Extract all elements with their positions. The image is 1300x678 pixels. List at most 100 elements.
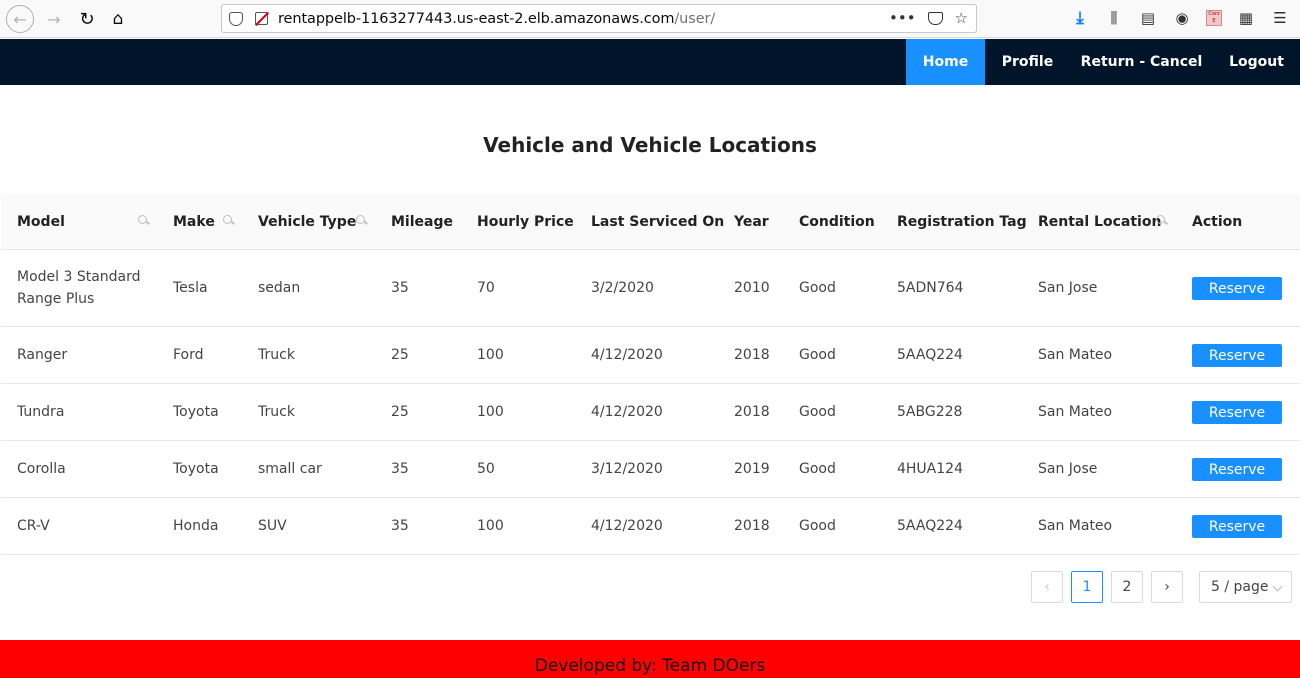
cell-mileage: 35	[391, 280, 409, 296]
footer: Developed by: Team DOers	[0, 640, 1300, 678]
cell-condition: Good	[799, 404, 836, 420]
reserve-button[interactable]: Reserve	[1192, 515, 1282, 538]
page-actions-icon[interactable]: •••	[889, 9, 916, 27]
extensions-icon[interactable]: ▦	[1236, 8, 1256, 28]
pocket-icon[interactable]	[927, 11, 943, 25]
column-header-hourly-price: Hourly Price	[477, 214, 574, 230]
cell-condition: Good	[799, 280, 836, 296]
column-header-rental-location[interactable]: Rental Location	[1038, 194, 1161, 250]
cell-model: CR-V	[17, 518, 50, 534]
site-info-icon[interactable]	[229, 11, 243, 26]
column-header-last-serviced: Last Serviced On	[591, 214, 725, 230]
reserve-button[interactable]: Reserve	[1192, 401, 1282, 424]
cell-hourly-price: 50	[477, 461, 495, 477]
cell-mileage: 35	[391, 518, 409, 534]
cell-year: 2018	[734, 518, 770, 534]
reserve-button[interactable]: Reserve	[1192, 344, 1282, 367]
table-row: Ranger Ford Truck 25 100 4/12/2020 2018 …	[1, 327, 1300, 384]
prev-page-button[interactable]: ‹	[1031, 571, 1063, 603]
page-1-button[interactable]: 1	[1071, 571, 1103, 603]
bookmark-star-icon[interactable]: ☆	[955, 9, 968, 27]
next-page-button[interactable]: ›	[1151, 571, 1183, 603]
column-header-vehicle-type[interactable]: Vehicle Type	[258, 194, 356, 250]
account-icon[interactable]: ◉	[1172, 8, 1192, 28]
cell-registration-tag: 5AAQ224	[897, 347, 963, 363]
search-filter-icon[interactable]	[356, 215, 368, 227]
table-row: Tundra Toyota Truck 25 100 4/12/2020 201…	[1, 384, 1300, 441]
back-arrow-icon[interactable]: ←	[6, 5, 34, 33]
search-filter-icon[interactable]	[223, 215, 235, 227]
cell-condition: Good	[799, 461, 836, 477]
cell-year: 2019	[734, 461, 770, 477]
column-header-make[interactable]: Make	[173, 194, 215, 250]
toolbar-icons: ⤓ ⫼ ▤ ◉ Cors E ▦ ☰	[1070, 8, 1290, 28]
nav-home[interactable]: Home	[906, 39, 985, 85]
cell-vehicle-type: small car	[258, 461, 322, 477]
column-header-condition: Condition	[799, 214, 875, 230]
column-header-mileage: Mileage	[391, 214, 453, 230]
nav-profile[interactable]: Profile	[985, 39, 1070, 85]
cell-rental-location: San Jose	[1038, 280, 1098, 296]
home-icon[interactable]: ⌂	[104, 5, 132, 33]
url-text[interactable]: rentappelb-1163277443.us-east-2.elb.amaz…	[278, 11, 715, 27]
cell-registration-tag: 5AAQ224	[897, 518, 963, 534]
vehicle-table: Model Make Vehicle Type Mileage Hourly P…	[1, 194, 1300, 555]
cell-make: Ford	[173, 347, 204, 363]
cell-rental-location: San Mateo	[1038, 518, 1113, 534]
reserve-button[interactable]: Reserve	[1192, 277, 1282, 300]
cell-rental-location: San Mateo	[1038, 347, 1113, 363]
cell-mileage: 25	[391, 347, 409, 363]
reload-icon[interactable]: ↻	[73, 5, 101, 33]
cell-hourly-price: 100	[477, 347, 504, 363]
nav-return-cancel[interactable]: Return - Cancel	[1070, 39, 1213, 85]
cell-model: Ranger	[17, 347, 68, 363]
page-size-select[interactable]: 5 / page	[1199, 571, 1292, 603]
column-header-registration-tag: Registration Tag	[897, 214, 1027, 230]
cell-last-serviced: 4/12/2020	[591, 518, 663, 534]
cell-year: 2018	[734, 347, 770, 363]
cell-mileage: 35	[391, 461, 409, 477]
insecure-lock-icon[interactable]	[255, 12, 268, 25]
column-header-model[interactable]: Model	[17, 194, 65, 250]
reserve-button[interactable]: Reserve	[1192, 458, 1282, 481]
cell-make: Tesla	[173, 280, 208, 296]
cell-year: 2010	[734, 280, 770, 296]
cell-model: Corolla	[17, 461, 66, 477]
cell-hourly-price: 100	[477, 404, 504, 420]
cell-last-serviced: 3/2/2020	[591, 280, 654, 296]
hamburger-menu-icon[interactable]: ☰	[1270, 8, 1290, 28]
cors-extension-icon[interactable]: Cors E	[1206, 10, 1222, 26]
column-header-year: Year	[734, 214, 769, 230]
cell-mileage: 25	[391, 404, 409, 420]
download-icon[interactable]: ⤓	[1070, 8, 1090, 28]
cell-registration-tag: 5ADN764	[897, 280, 964, 296]
page-2-button[interactable]: 2	[1111, 571, 1143, 603]
cell-last-serviced: 4/12/2020	[591, 404, 663, 420]
page-title: Vehicle and Vehicle Locations	[483, 133, 817, 157]
library-icon[interactable]: ⫼	[1104, 8, 1124, 28]
url-host: rentappelb-1163277443.us-east-2.elb.amaz…	[278, 10, 675, 27]
cell-condition: Good	[799, 347, 836, 363]
cell-model: Tundra	[17, 404, 65, 420]
cell-make: Toyota	[173, 404, 219, 420]
page-size-value: 5 / page	[1211, 579, 1269, 595]
search-filter-icon[interactable]	[1156, 215, 1168, 227]
table-row: Corolla Toyota small car 35 50 3/12/2020…	[1, 441, 1300, 498]
column-header-action: Action	[1192, 214, 1243, 230]
search-filter-icon[interactable]	[138, 215, 150, 227]
cell-last-serviced: 3/12/2020	[591, 461, 663, 477]
cell-vehicle-type: sedan	[258, 280, 301, 296]
url-bar[interactable]: rentappelb-1163277443.us-east-2.elb.amaz…	[221, 4, 977, 33]
browser-toolbar: ← → ↻ ⌂ rentappelb-1163277443.us-east-2.…	[0, 0, 1300, 38]
cell-vehicle-type: Truck	[258, 347, 295, 363]
nav-logout[interactable]: Logout	[1213, 39, 1300, 85]
cell-vehicle-type: Truck	[258, 404, 295, 420]
cell-registration-tag: 5ABG228	[897, 404, 963, 420]
app-nav-bar: Home Profile Return - Cancel Logout	[0, 39, 1300, 85]
cell-condition: Good	[799, 518, 836, 534]
sidebar-icon[interactable]: ▤	[1138, 8, 1158, 28]
cell-last-serviced: 4/12/2020	[591, 347, 663, 363]
url-actions: ••• ☆	[889, 9, 968, 27]
table-header: Model Make Vehicle Type Mileage Hourly P…	[1, 194, 1300, 250]
forward-arrow-icon[interactable]: →	[40, 5, 68, 33]
